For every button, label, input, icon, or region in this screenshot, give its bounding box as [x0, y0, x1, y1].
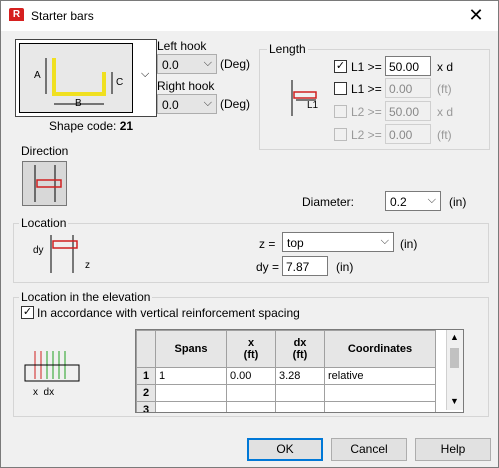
- l1-xd-input[interactable]: 50.00: [385, 56, 431, 76]
- scroll-thumb[interactable]: [450, 348, 459, 368]
- cell-dx[interactable]: [275, 384, 325, 402]
- table-row[interactable]: 2: [136, 384, 436, 402]
- l1-ft-label: L1 >=: [351, 82, 382, 96]
- l2-xd-unit: x d: [437, 105, 454, 119]
- title-bar: R Starter bars ✕: [1, 1, 498, 31]
- shape-code: Shape code: 21: [49, 119, 134, 133]
- cell-coordinates[interactable]: relative: [324, 367, 436, 385]
- dim-b-label: B: [75, 98, 82, 109]
- dim-a-label: A: [34, 70, 41, 81]
- dim-c-label: C: [116, 77, 124, 88]
- l2-xd-checkbox[interactable]: [334, 105, 347, 118]
- cell-x[interactable]: 0.00: [226, 367, 276, 385]
- dy-unit: (in): [336, 260, 354, 274]
- l2-ft-unit: (ft): [437, 128, 452, 142]
- row-number: 2: [136, 384, 156, 402]
- chevron-down-icon: ⌵: [427, 194, 436, 206]
- robot-app-icon: R: [9, 8, 24, 24]
- l2-ft-input[interactable]: 0.00: [385, 124, 431, 144]
- spans-table[interactable]: Spans x (ft) dx (ft) Coordinates 1 1 0.0…: [135, 329, 464, 413]
- l2-xd-label: L2 >=: [351, 105, 382, 119]
- diameter-select[interactable]: 0.2 ⌵: [385, 191, 441, 211]
- spacing-checkbox[interactable]: ✓: [21, 306, 34, 319]
- direction-button[interactable]: [22, 161, 67, 206]
- l1-xd-label: L1 >=: [351, 60, 382, 74]
- dy-label: dy =: [256, 260, 280, 274]
- shape-code-value: 21: [119, 119, 134, 133]
- cell-x[interactable]: [226, 401, 276, 412]
- table-row[interactable]: 1 1 0.00 3.28 relative: [136, 367, 436, 385]
- close-icon: ✕: [468, 5, 484, 25]
- cell-coordinates[interactable]: [324, 401, 436, 412]
- starter-bars-dialog: R Starter bars ✕ A C B ⌵ Shape code: 21 …: [0, 0, 499, 468]
- l1-ft-checkbox[interactable]: [334, 82, 347, 95]
- right-hook-unit: (Deg): [220, 97, 251, 111]
- l2-ft-label: L2 >=: [351, 128, 382, 142]
- diameter-label: Diameter:: [302, 195, 355, 209]
- row-number: 1: [136, 367, 156, 385]
- length-group-label: Length: [267, 42, 308, 56]
- l2-ft-checkbox[interactable]: [334, 128, 347, 141]
- chevron-down-icon[interactable]: ⌵: [141, 68, 149, 81]
- cell-spans[interactable]: 1: [155, 367, 227, 385]
- chevron-down-icon: ⌵: [203, 97, 212, 109]
- help-button[interactable]: Help: [415, 438, 491, 461]
- l1-xd-checkbox[interactable]: ✓: [334, 60, 347, 73]
- location-diagram: dy z: [33, 233, 98, 275]
- scroll-up-icon[interactable]: ▲: [450, 332, 459, 342]
- right-hook-select[interactable]: 0.0 ⌵: [157, 94, 217, 114]
- z-label: z =: [259, 237, 276, 251]
- l2-xd-input[interactable]: 50.00: [385, 101, 431, 121]
- elevation-group-label: Location in the elevation: [19, 290, 153, 304]
- col-header-x[interactable]: x (ft): [226, 330, 276, 368]
- cell-x[interactable]: [226, 384, 276, 402]
- cell-spans[interactable]: [155, 384, 227, 402]
- spacing-checkbox-label: In accordance with vertical reinforcemen…: [37, 306, 300, 320]
- left-hook-select[interactable]: 0.0 ⌵: [157, 54, 217, 74]
- direction-icon: [34, 165, 62, 202]
- l1-ft-input[interactable]: 0.00: [385, 78, 431, 98]
- table-scrollbar[interactable]: ▲ ▼: [446, 330, 463, 410]
- window-title: Starter bars: [31, 9, 94, 23]
- cell-spans[interactable]: [155, 401, 227, 412]
- z-select[interactable]: top ⌵: [282, 232, 394, 252]
- right-hook-label: Right hook: [157, 79, 215, 93]
- col-header-coordinates[interactable]: Coordinates: [324, 330, 436, 368]
- row-number: 3: [136, 401, 156, 412]
- elevation-diagram: x dx: [23, 343, 83, 399]
- close-button[interactable]: ✕: [454, 1, 498, 31]
- col-header-spans[interactable]: Spans: [155, 330, 227, 368]
- table-row[interactable]: 3: [136, 401, 436, 412]
- direction-label: Direction: [21, 144, 69, 158]
- scroll-down-icon[interactable]: ▼: [450, 396, 459, 406]
- length-diagram: L1: [287, 78, 321, 118]
- ok-button[interactable]: OK: [247, 438, 323, 461]
- cell-coordinates[interactable]: [324, 384, 436, 402]
- l1-xd-unit: x d: [437, 60, 454, 74]
- cell-dx[interactable]: 3.28: [275, 367, 325, 385]
- l1-ft-unit: (ft): [437, 82, 452, 96]
- left-hook-unit: (Deg): [220, 57, 251, 71]
- left-hook-label: Left hook: [157, 39, 207, 53]
- diameter-unit: (in): [449, 195, 467, 209]
- location-group-label: Location: [19, 216, 69, 230]
- col-header-dx[interactable]: dx (ft): [275, 330, 325, 368]
- chevron-down-icon: ⌵: [203, 57, 212, 69]
- shape-preview[interactable]: A C B ⌵: [15, 39, 157, 117]
- cancel-button[interactable]: Cancel: [331, 438, 407, 461]
- dy-input[interactable]: 7.87: [282, 256, 328, 276]
- z-unit: (in): [400, 237, 418, 251]
- row-header-corner: [136, 330, 156, 368]
- chevron-down-icon: ⌵: [380, 235, 389, 247]
- cell-dx[interactable]: [275, 401, 325, 412]
